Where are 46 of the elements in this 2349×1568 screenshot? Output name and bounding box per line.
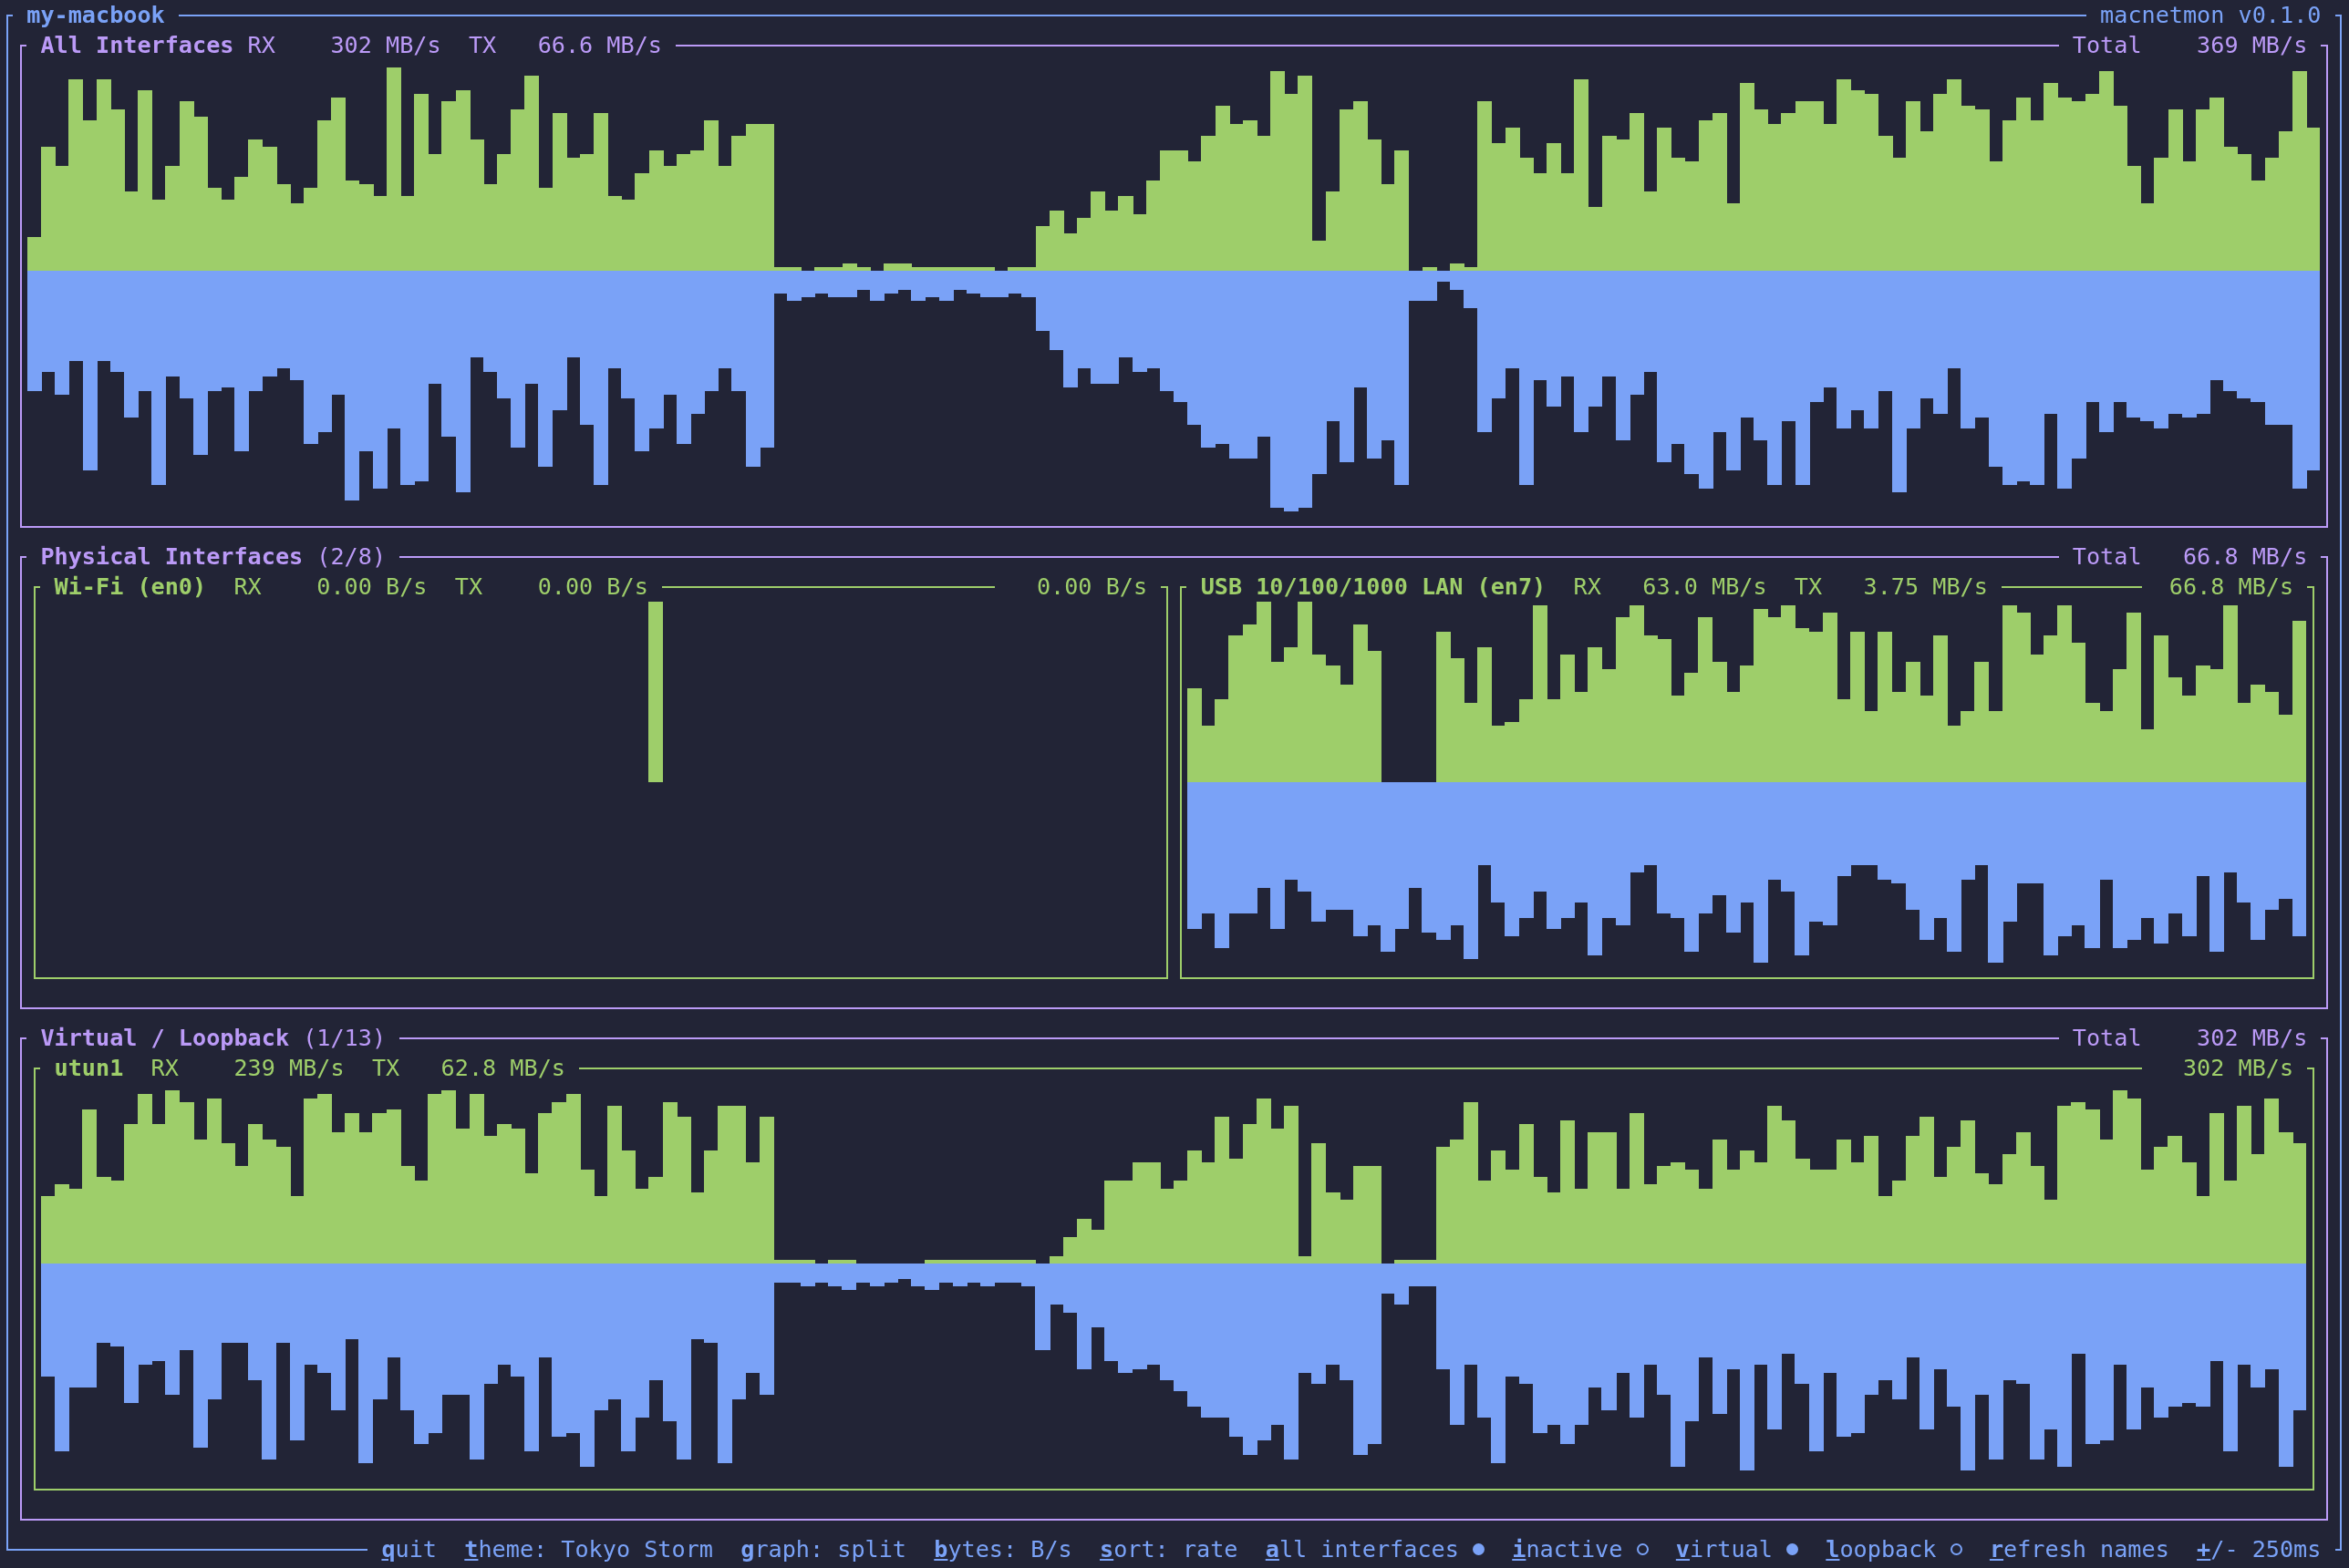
tx-rate: 66.6 MB/s [537, 31, 662, 60]
shortcut-hint: virtual [1675, 1535, 1773, 1564]
tx-label: TX [1794, 573, 1823, 602]
shortcut-hint: bytes: B/s [934, 1535, 1072, 1564]
rx-label: RX [1573, 573, 1601, 602]
interface-name: Wi-Fi (en0) [54, 573, 207, 602]
hostname-title: my-macbook [26, 1, 165, 30]
panel-title: All Interfaces [40, 31, 234, 60]
shortcut-hint: all interfaces [1265, 1535, 1459, 1564]
total-rate: 66.8 MB/s [2168, 573, 2294, 602]
rx-rate: 0.00 B/s [316, 573, 428, 602]
shortcut-hint: theme: Tokyo Storm [464, 1535, 713, 1564]
total-label: Total [2072, 542, 2142, 572]
rx-rate: 302 MB/s [330, 31, 441, 60]
interface-count: (2/8) [316, 542, 387, 572]
shortcut-hint: inactive [1512, 1535, 1623, 1564]
panel-title: Virtual / Loopback [40, 1024, 290, 1053]
app-version: macnetmon v0.1.0 [2100, 1, 2322, 30]
total-rate: 369 MB/s [2197, 31, 2308, 60]
total-label: Total [2072, 31, 2142, 60]
rx-label: RX [233, 573, 262, 602]
shortcut-hint: graph: split [740, 1535, 906, 1564]
tx-rate: 0.00 B/s [537, 573, 648, 602]
tx-rate: 62.8 MB/s [440, 1054, 565, 1083]
tx-label: TX [468, 31, 497, 60]
rx-label: RX [247, 31, 275, 60]
total-rate: 66.8 MB/s [2182, 542, 2308, 572]
rx-label: RX [150, 1054, 179, 1083]
rx-rate: 63.0 MB/s [1642, 573, 1767, 602]
interface-count: (1/13) [303, 1024, 387, 1053]
rx-rate: 239 MB/s [233, 1054, 345, 1083]
tx-label: TX [454, 573, 483, 602]
shortcut-hint: sort: rate [1100, 1535, 1238, 1564]
total-rate: 302 MB/s [2182, 1054, 2294, 1083]
shortcut-hint: refresh names [1989, 1535, 2169, 1564]
tx-rate: 3.75 MB/s [1863, 573, 1988, 602]
interface-name: USB 10/100/1000 LAN (en7) [1200, 573, 1547, 602]
total-rate: 302 MB/s [2197, 1024, 2308, 1053]
shortcut-hint: quit [381, 1535, 437, 1564]
shortcut-hint: loopback [1826, 1535, 1937, 1564]
panel-title: Physical Interfaces [40, 542, 304, 572]
tx-label: TX [371, 1054, 400, 1083]
total-rate: 0.00 B/s [1036, 573, 1148, 602]
shortcut-hint: +/- 250ms [2197, 1535, 2322, 1564]
interface-name: utun1 [54, 1054, 124, 1083]
total-label: Total [2072, 1024, 2142, 1053]
